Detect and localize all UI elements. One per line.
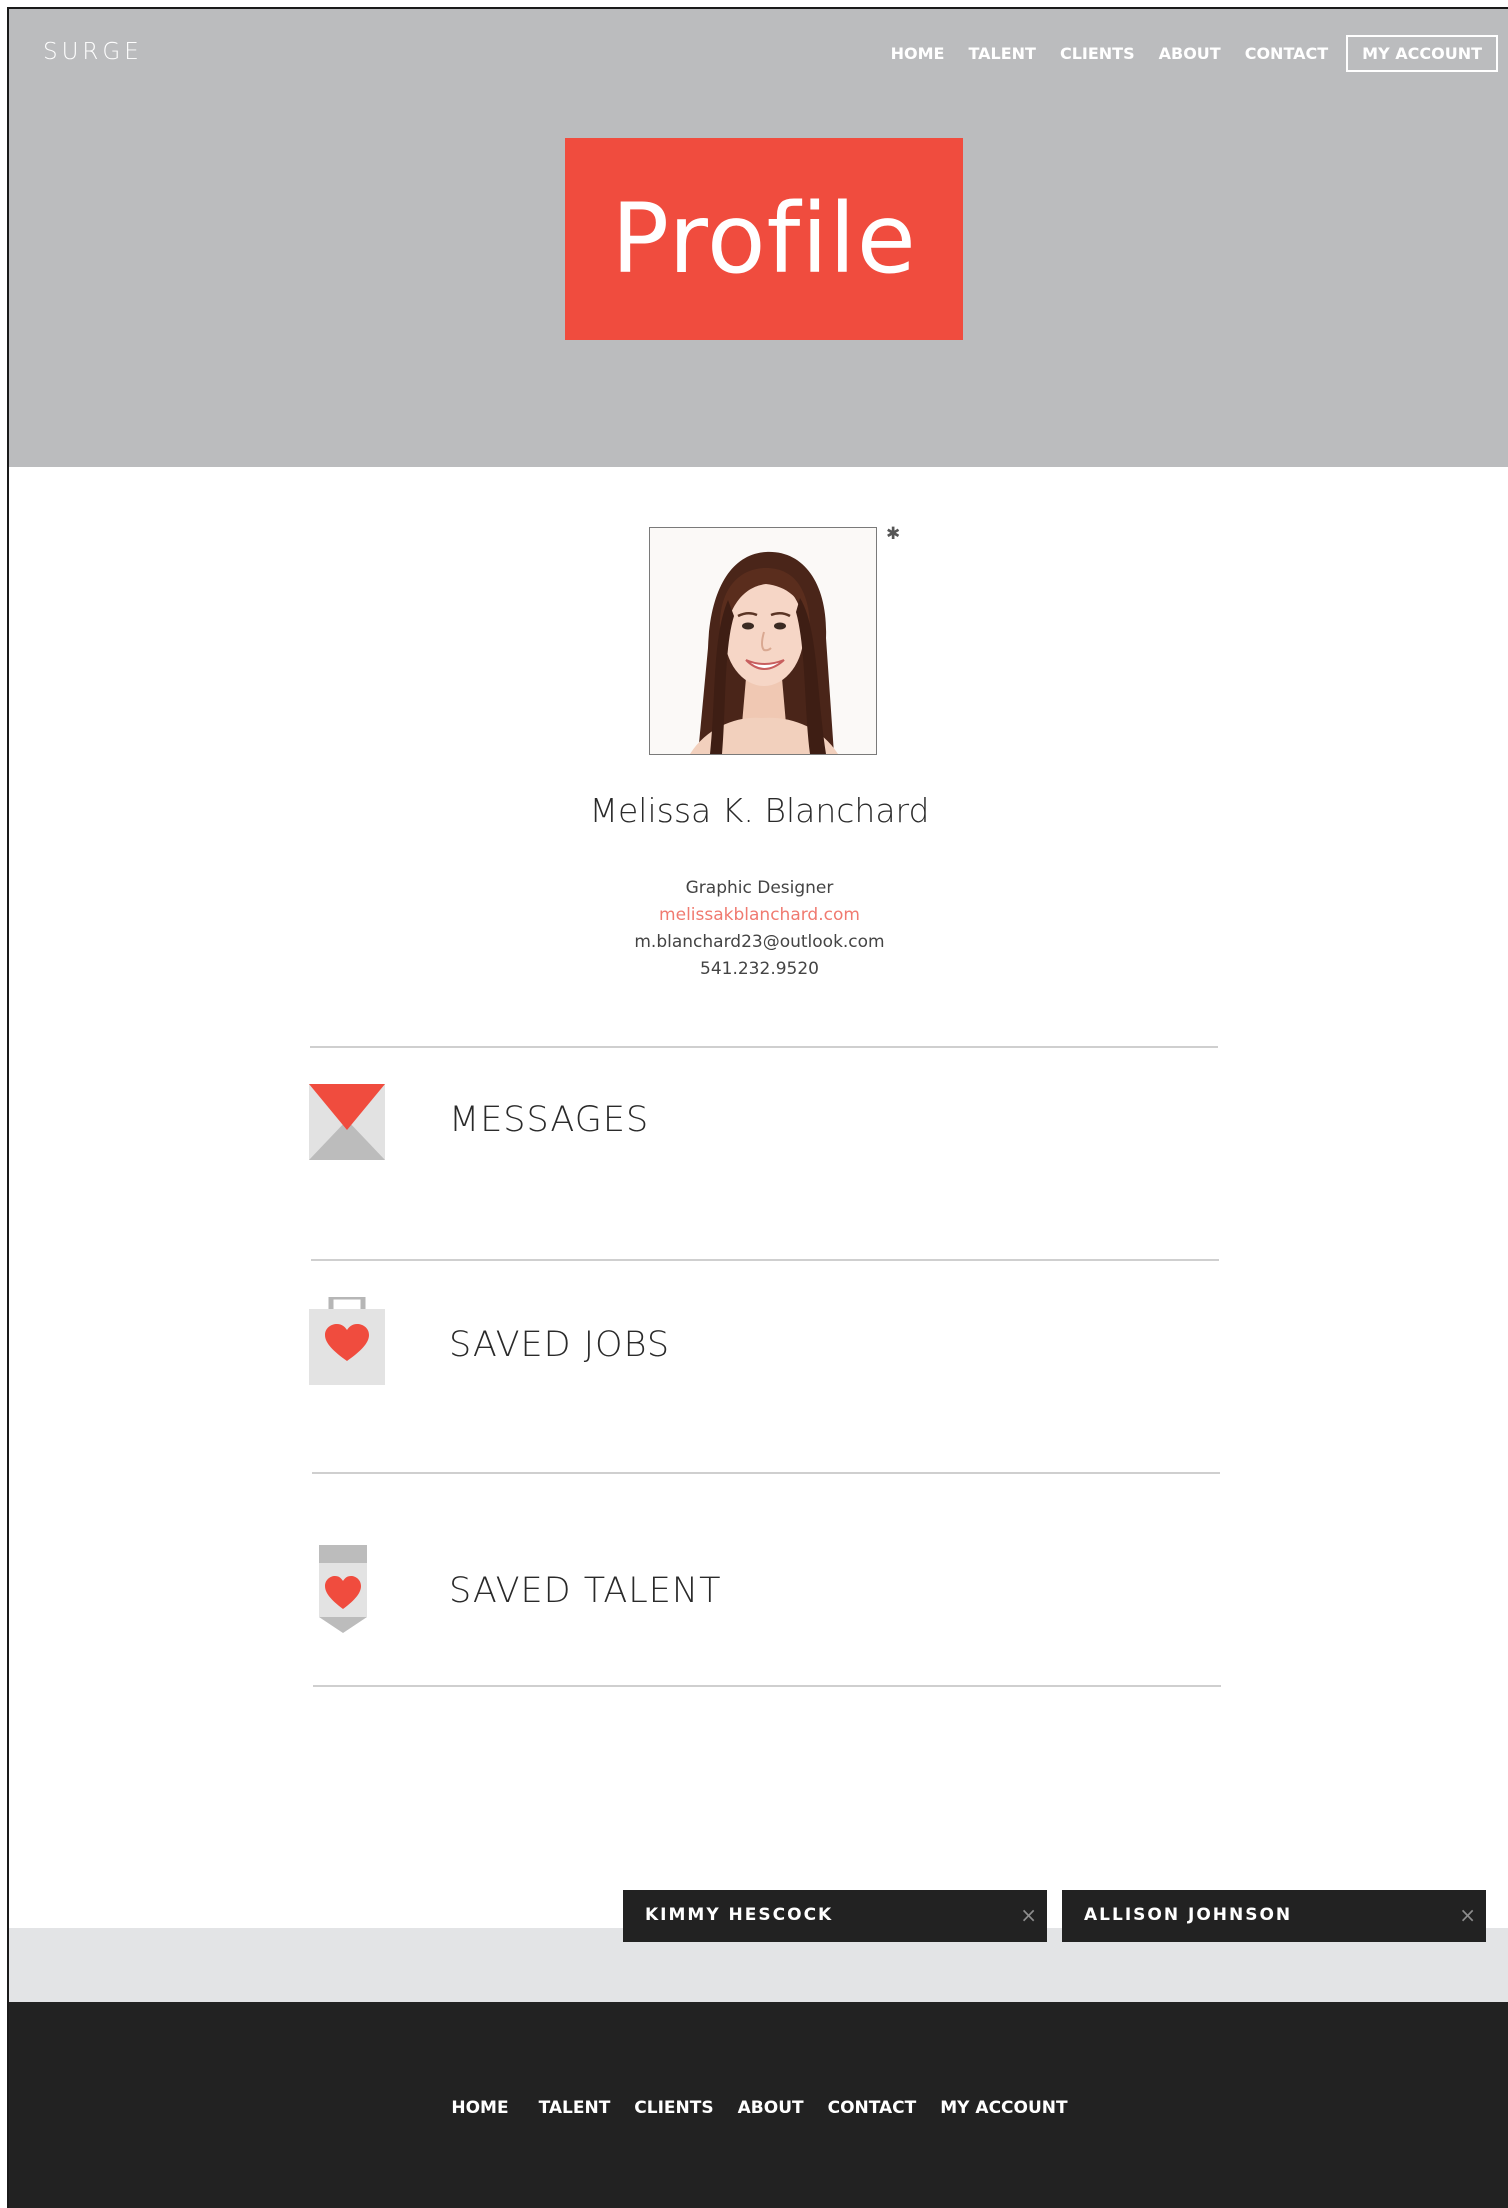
footer-nav-about[interactable]: ABOUT [738, 2098, 804, 2118]
section-divider [310, 1046, 1218, 1048]
page-title: Profile [611, 183, 917, 295]
profile-photo[interactable] [649, 527, 877, 755]
hero-banner: Profile [565, 138, 963, 340]
section-label-messages: MESSAGES [449, 1100, 650, 1140]
footer-nav-my-account[interactable]: MY ACCOUNT [940, 2098, 1067, 2118]
chat-tab-name: KIMMY HESCOCK [645, 1905, 834, 1925]
chat-tab-name: ALLISON JOHNSON [1084, 1905, 1293, 1925]
footer-nav-talent[interactable]: TALENT [539, 2098, 611, 2118]
close-icon[interactable]: × [1459, 1903, 1476, 1927]
my-account-button[interactable]: MY ACCOUNT [1346, 35, 1498, 72]
profile-job-title: Graphic Designer [685, 878, 834, 898]
nav-talent[interactable]: TALENT [968, 44, 1035, 63]
page-frame: SURGE HOME TALENT CLIENTS ABOUT CONTACT … [7, 7, 1508, 2208]
section-label-saved-jobs: SAVED JOBS [449, 1325, 671, 1365]
nav-contact[interactable]: CONTACT [1245, 44, 1328, 63]
badge-heart-icon [319, 1545, 367, 1633]
briefcase-heart-icon [309, 1297, 385, 1385]
gear-icon[interactable]: ✱ [886, 525, 904, 543]
profile-phone: 541.232.9520 [700, 959, 819, 979]
section-saved-jobs[interactable]: SAVED JOBS [309, 1297, 1217, 1417]
profile-email[interactable]: m.blanchard23@outlook.com [9, 929, 1508, 956]
footer-nav-home[interactable]: HOME [451, 2098, 508, 2118]
page-header: SURGE HOME TALENT CLIENTS ABOUT CONTACT … [9, 9, 1508, 467]
section-saved-talent[interactable]: SAVED TALENT [309, 1545, 1217, 1665]
envelope-icon [309, 1084, 385, 1160]
profile-photo-illustration [650, 528, 876, 754]
chat-tab-allison-johnson[interactable]: ALLISON JOHNSON × [1062, 1890, 1486, 1942]
profile-name: Melissa K. Blanchard [589, 791, 930, 830]
section-messages[interactable]: MESSAGES [309, 1084, 1217, 1204]
top-nav: HOME TALENT CLIENTS ABOUT CONTACT MY ACC… [867, 35, 1498, 72]
site-logo[interactable]: SURGE [43, 39, 143, 65]
section-label-saved-talent: SAVED TALENT [449, 1571, 722, 1611]
footer-nav-contact[interactable]: CONTACT [828, 2098, 917, 2118]
nav-home[interactable]: HOME [891, 44, 945, 63]
page-footer: HOME TALENT CLIENTS ABOUT CONTACT MY ACC… [9, 2002, 1508, 2208]
section-divider [311, 1259, 1219, 1261]
nav-about[interactable]: ABOUT [1159, 44, 1221, 63]
profile-website-link[interactable]: melissakblanchard.com [9, 902, 1508, 929]
footer-nav: HOME TALENT CLIENTS ABOUT CONTACT MY ACC… [9, 2098, 1508, 2118]
profile-details: Graphic Designer melissakblanchard.com m… [9, 875, 1508, 983]
chat-tab-kimmy-hescock[interactable]: KIMMY HESCOCK × [623, 1890, 1047, 1942]
section-divider [312, 1472, 1220, 1474]
section-divider [313, 1685, 1221, 1687]
close-icon[interactable]: × [1020, 1903, 1037, 1927]
footer-nav-clients[interactable]: CLIENTS [634, 2098, 713, 2118]
nav-clients[interactable]: CLIENTS [1060, 44, 1135, 63]
